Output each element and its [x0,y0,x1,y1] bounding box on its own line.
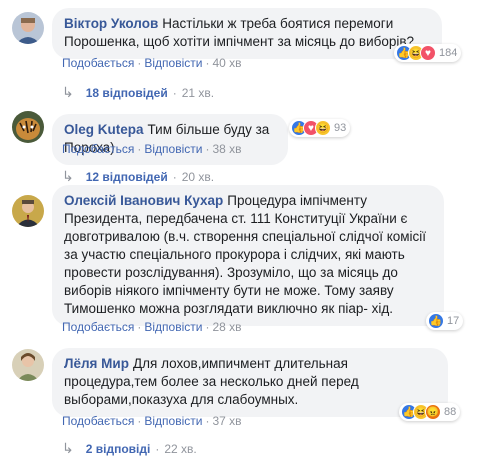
comment-author[interactable]: Лёля Мир [64,356,129,371]
replies-time: 21 хв. [181,85,215,100]
reply-arrow-icon: ↳ [62,84,74,100]
reactions-summary[interactable]: 👍 ♥ 😆 93 [289,119,351,137]
comment-author[interactable]: Віктор Уколов [64,16,158,31]
comment-bubble: Лёля Мир Для лохов,импичмент длительная п… [52,348,448,417]
avatar[interactable] [12,111,44,143]
view-replies[interactable]: ↳ 12 відповідей · 20 хв. [62,168,214,185]
angry-icon: 😠 [425,404,441,420]
comment-actions: Подобається · Відповісти · 38 хв [62,142,242,156]
reply-link[interactable]: Відповісти [144,142,202,156]
comment-author[interactable]: Олексій Іванович Кухар [64,193,223,208]
reaction-count: 17 [447,315,460,327]
reaction-count: 184 [439,47,458,59]
reaction-count: 93 [334,122,347,134]
comment-actions: Подобається · Відповісти · 40 хв [62,56,242,70]
comment-bubble: Олексій Іванович Кухар Процедура імпічмен… [52,185,444,326]
reactions-summary[interactable]: 👍 17 [426,312,464,330]
like-link[interactable]: Подобається [62,414,134,428]
avatar[interactable] [12,12,44,44]
comment-bubble: Oleg Kutepa Тим більше буду за Пороха) [52,114,288,165]
like-icon: 👍 [428,313,444,329]
timestamp[interactable]: 38 хв [212,142,241,156]
comment-text: Процедура імпічменту Президента, передба… [64,193,427,316]
view-replies[interactable]: ↳ 18 відповідей · 21 хв. [62,84,214,101]
comment-author[interactable]: Oleg Kutepa [64,122,144,137]
like-link[interactable]: Подобається [62,56,134,70]
reactions-summary[interactable]: 👍 😆 😠 88 [399,403,461,421]
comment-actions: Подобається · Відповісти · 37 хв [62,414,242,428]
replies-link[interactable]: 12 відповідей [86,170,168,184]
timestamp[interactable]: 28 хв [212,320,241,334]
avatar[interactable] [12,349,44,381]
reply-arrow-icon: ↳ [62,168,74,184]
love-icon: ♥ [420,45,436,61]
reply-link[interactable]: Відповісти [144,56,202,70]
timestamp[interactable]: 37 хв [212,414,241,428]
replies-link[interactable]: 18 відповідей [86,86,168,100]
like-link[interactable]: Подобається [62,142,134,156]
replies-link[interactable]: 2 відповіді [86,442,151,456]
comment-actions: Подобається · Відповісти · 28 хв [62,320,242,334]
replies-time: 22 хв. [164,441,197,456]
haha-icon: 😆 [315,120,331,136]
replies-time: 20 хв. [181,169,215,184]
reply-link[interactable]: Відповісти [144,414,202,428]
reactions-summary[interactable]: 👍 😆 ♥ 184 [394,44,462,62]
reply-arrow-icon: ↳ [62,440,74,456]
reply-link[interactable]: Відповісти [144,320,202,334]
avatar[interactable] [12,195,44,227]
view-replies[interactable]: ↳ 2 відповіді · 22 хв. [62,440,197,457]
comment-bubble: Віктор Уколов Настільки ж треба боятися п… [52,8,442,59]
like-link[interactable]: Подобається [62,320,134,334]
reaction-count: 88 [444,406,457,418]
timestamp[interactable]: 40 хв [212,56,241,70]
